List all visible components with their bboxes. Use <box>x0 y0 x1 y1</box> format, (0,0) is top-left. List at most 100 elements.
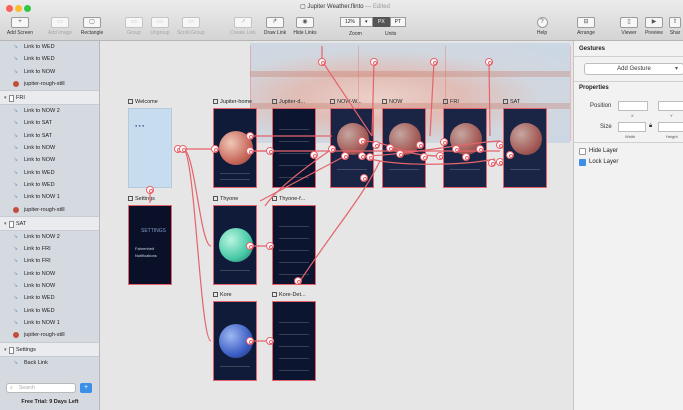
layer-link-item[interactable]: ↘ Link to FRI <box>0 255 99 267</box>
layer-link-item[interactable]: ↘ Link to NOW <box>0 142 99 154</box>
layer-link-item[interactable]: ↘ Link to NOW <box>0 280 99 292</box>
layer-link-item[interactable]: ↘ Link to FRI <box>0 243 99 255</box>
layer-group-fri[interactable]: ▾ FRI <box>0 90 99 106</box>
draw-link-button[interactable]: ↱ Draw Link <box>260 17 290 39</box>
link-hotspot-node[interactable] <box>211 145 219 153</box>
link-hotspot-node[interactable] <box>266 337 274 345</box>
layer-link-item[interactable]: ↘ Link to WED <box>0 53 99 65</box>
link-hotspot-node[interactable] <box>462 153 470 161</box>
add-screen-button[interactable]: + Add Screen <box>4 17 36 39</box>
layer-link-item[interactable]: ↘ Link to WED <box>0 41 99 53</box>
link-hotspot-node[interactable] <box>360 174 368 182</box>
layer-link-item[interactable]: ↘ Link to NOW 2 <box>0 105 99 117</box>
layer-link-item[interactable]: ↘ Link to NOW <box>0 154 99 166</box>
link-hotspot-node[interactable] <box>386 144 394 152</box>
link-hotspot-node[interactable] <box>440 138 448 146</box>
screen-kore-detail[interactable]: Kore-Det... <box>272 292 316 381</box>
link-hotspot-node[interactable] <box>416 141 424 149</box>
link-hotspot-node[interactable] <box>506 151 514 159</box>
link-hotspot-node[interactable] <box>246 132 254 140</box>
link-hotspot-node[interactable] <box>366 153 374 161</box>
screen-thyone-detail[interactable]: Thyone-f... <box>272 196 316 285</box>
position-y-field[interactable] <box>658 101 683 111</box>
layer-image-item[interactable]: jupiter-rough-still <box>0 329 99 341</box>
layer-link-item[interactable]: ↘ Link to SAT <box>0 117 99 129</box>
units-pt-option[interactable]: PT <box>389 17 407 27</box>
link-hotspot-node[interactable] <box>266 242 274 250</box>
preview-button[interactable]: ▶ Preview <box>643 17 665 39</box>
add-gesture-button[interactable]: Add Gesture ▾ <box>584 63 683 75</box>
layer-link-item[interactable]: ↘ Link to NOW 2 <box>0 231 99 243</box>
link-hotspot-node[interactable] <box>430 58 438 66</box>
layer-link-item[interactable]: ↘ Link to WED <box>0 179 99 191</box>
layer-link-item[interactable]: ↘ Link to NOW <box>0 268 99 280</box>
screen-jupiter-detail[interactable]: Jupiter-d... <box>272 99 316 188</box>
screen-sat[interactable]: SAT <box>503 99 547 188</box>
width-field[interactable] <box>618 122 646 132</box>
screen-welcome[interactable]: Welcome ● ● ● <box>128 99 172 188</box>
link-hotspot-node[interactable] <box>436 152 444 160</box>
viewer-button[interactable]: ▯ Viewer <box>618 17 640 39</box>
create-link-button[interactable]: ↗ Create Link <box>228 17 258 39</box>
arrange-button[interactable]: ⊟ Arrange <box>574 17 598 39</box>
layer-link-item[interactable]: ↘ Link to WED <box>0 167 99 179</box>
layer-image-item[interactable]: jupiter-rough-still <box>0 204 99 216</box>
rectangle-button[interactable]: ▢ Rectangle <box>78 17 106 39</box>
layer-link-item[interactable]: ↘ Link to NOW <box>0 66 99 78</box>
link-hotspot-node[interactable] <box>372 141 380 149</box>
link-hotspot-node[interactable] <box>452 145 460 153</box>
link-hotspot-node[interactable] <box>420 153 428 161</box>
chevron-down-icon[interactable]: ▾ <box>360 17 373 27</box>
zoom-window-button[interactable] <box>24 5 31 12</box>
link-hotspot-node[interactable] <box>310 151 318 159</box>
link-hotspot-node[interactable] <box>358 137 366 145</box>
layer-link-item[interactable]: ↘ Link to WED <box>0 292 99 304</box>
link-hotspot-node[interactable] <box>370 58 378 66</box>
layer-group-settings[interactable]: ▾ Settings <box>0 341 99 358</box>
units-toggle[interactable]: PX PT <box>373 17 407 27</box>
zoom-control[interactable]: 12% ▾ <box>340 17 373 27</box>
link-hotspot-node[interactable] <box>358 152 366 160</box>
zoom-value[interactable]: 12% <box>340 17 361 27</box>
lock-icon[interactable]: 🔒︎ <box>649 123 652 130</box>
link-hotspot-node[interactable] <box>318 58 326 66</box>
minimize-window-button[interactable] <box>15 5 22 12</box>
hide-links-button[interactable]: ◉ Hide Links <box>290 17 320 39</box>
link-hotspot-node[interactable] <box>476 145 484 153</box>
disclosure-triangle-icon[interactable]: ▾ <box>4 343 7 358</box>
layer-link-item[interactable]: ↘ Link to NOW 1 <box>0 317 99 329</box>
link-hotspot-node[interactable] <box>485 58 493 66</box>
ungroup-button[interactable]: ▭ Ungroup <box>148 17 172 39</box>
hide-layer-checkbox[interactable] <box>579 148 586 155</box>
disclosure-triangle-icon[interactable]: ▾ <box>4 217 7 232</box>
link-hotspot-node[interactable] <box>328 145 336 153</box>
layer-link-item[interactable]: ↘ Link to WED <box>0 305 99 317</box>
layer-link-item[interactable]: ↘ Back Link <box>0 357 99 369</box>
add-image-button[interactable]: ▭ Add Image <box>45 17 75 39</box>
link-hotspot-node[interactable] <box>246 337 254 345</box>
link-hotspot-node[interactable] <box>266 147 274 155</box>
link-hotspot-node[interactable] <box>396 150 404 158</box>
screen-settings[interactable]: Settings SETTINGS Fahrenheit Notificatio… <box>128 196 172 285</box>
share-button[interactable]: ⇧ Shar <box>667 17 683 39</box>
search-input[interactable]: ⌕ Search <box>6 383 76 393</box>
close-window-button[interactable] <box>6 5 13 12</box>
position-x-field[interactable] <box>618 101 648 111</box>
layer-image-item[interactable]: jupiter-rough-still <box>0 78 99 90</box>
link-hotspot-node[interactable] <box>146 186 154 194</box>
layer-link-item[interactable]: ↘ Link to NOW 1 <box>0 191 99 203</box>
link-hotspot-node[interactable] <box>488 159 496 167</box>
link-hotspot-node[interactable] <box>496 141 504 149</box>
link-hotspot-node[interactable] <box>179 145 187 153</box>
scroll-group-button[interactable]: ▭ Scroll Group <box>175 17 207 39</box>
units-px-option[interactable]: PX <box>373 17 390 27</box>
lock-layer-checkbox[interactable] <box>579 159 586 166</box>
layer-group-sat[interactable]: ▾ SAT <box>0 215 99 232</box>
height-field[interactable] <box>658 122 683 132</box>
help-button[interactable]: ? Help <box>531 17 553 39</box>
group-button[interactable]: ▭ Group <box>123 17 145 39</box>
design-canvas[interactable]: Welcome ● ● ● Jupiter-home Jupiter-d... … <box>100 41 573 410</box>
layer-link-item[interactable]: ↘ Link to SAT <box>0 130 99 142</box>
link-hotspot-node[interactable] <box>246 147 254 155</box>
link-hotspot-node[interactable] <box>246 242 254 250</box>
